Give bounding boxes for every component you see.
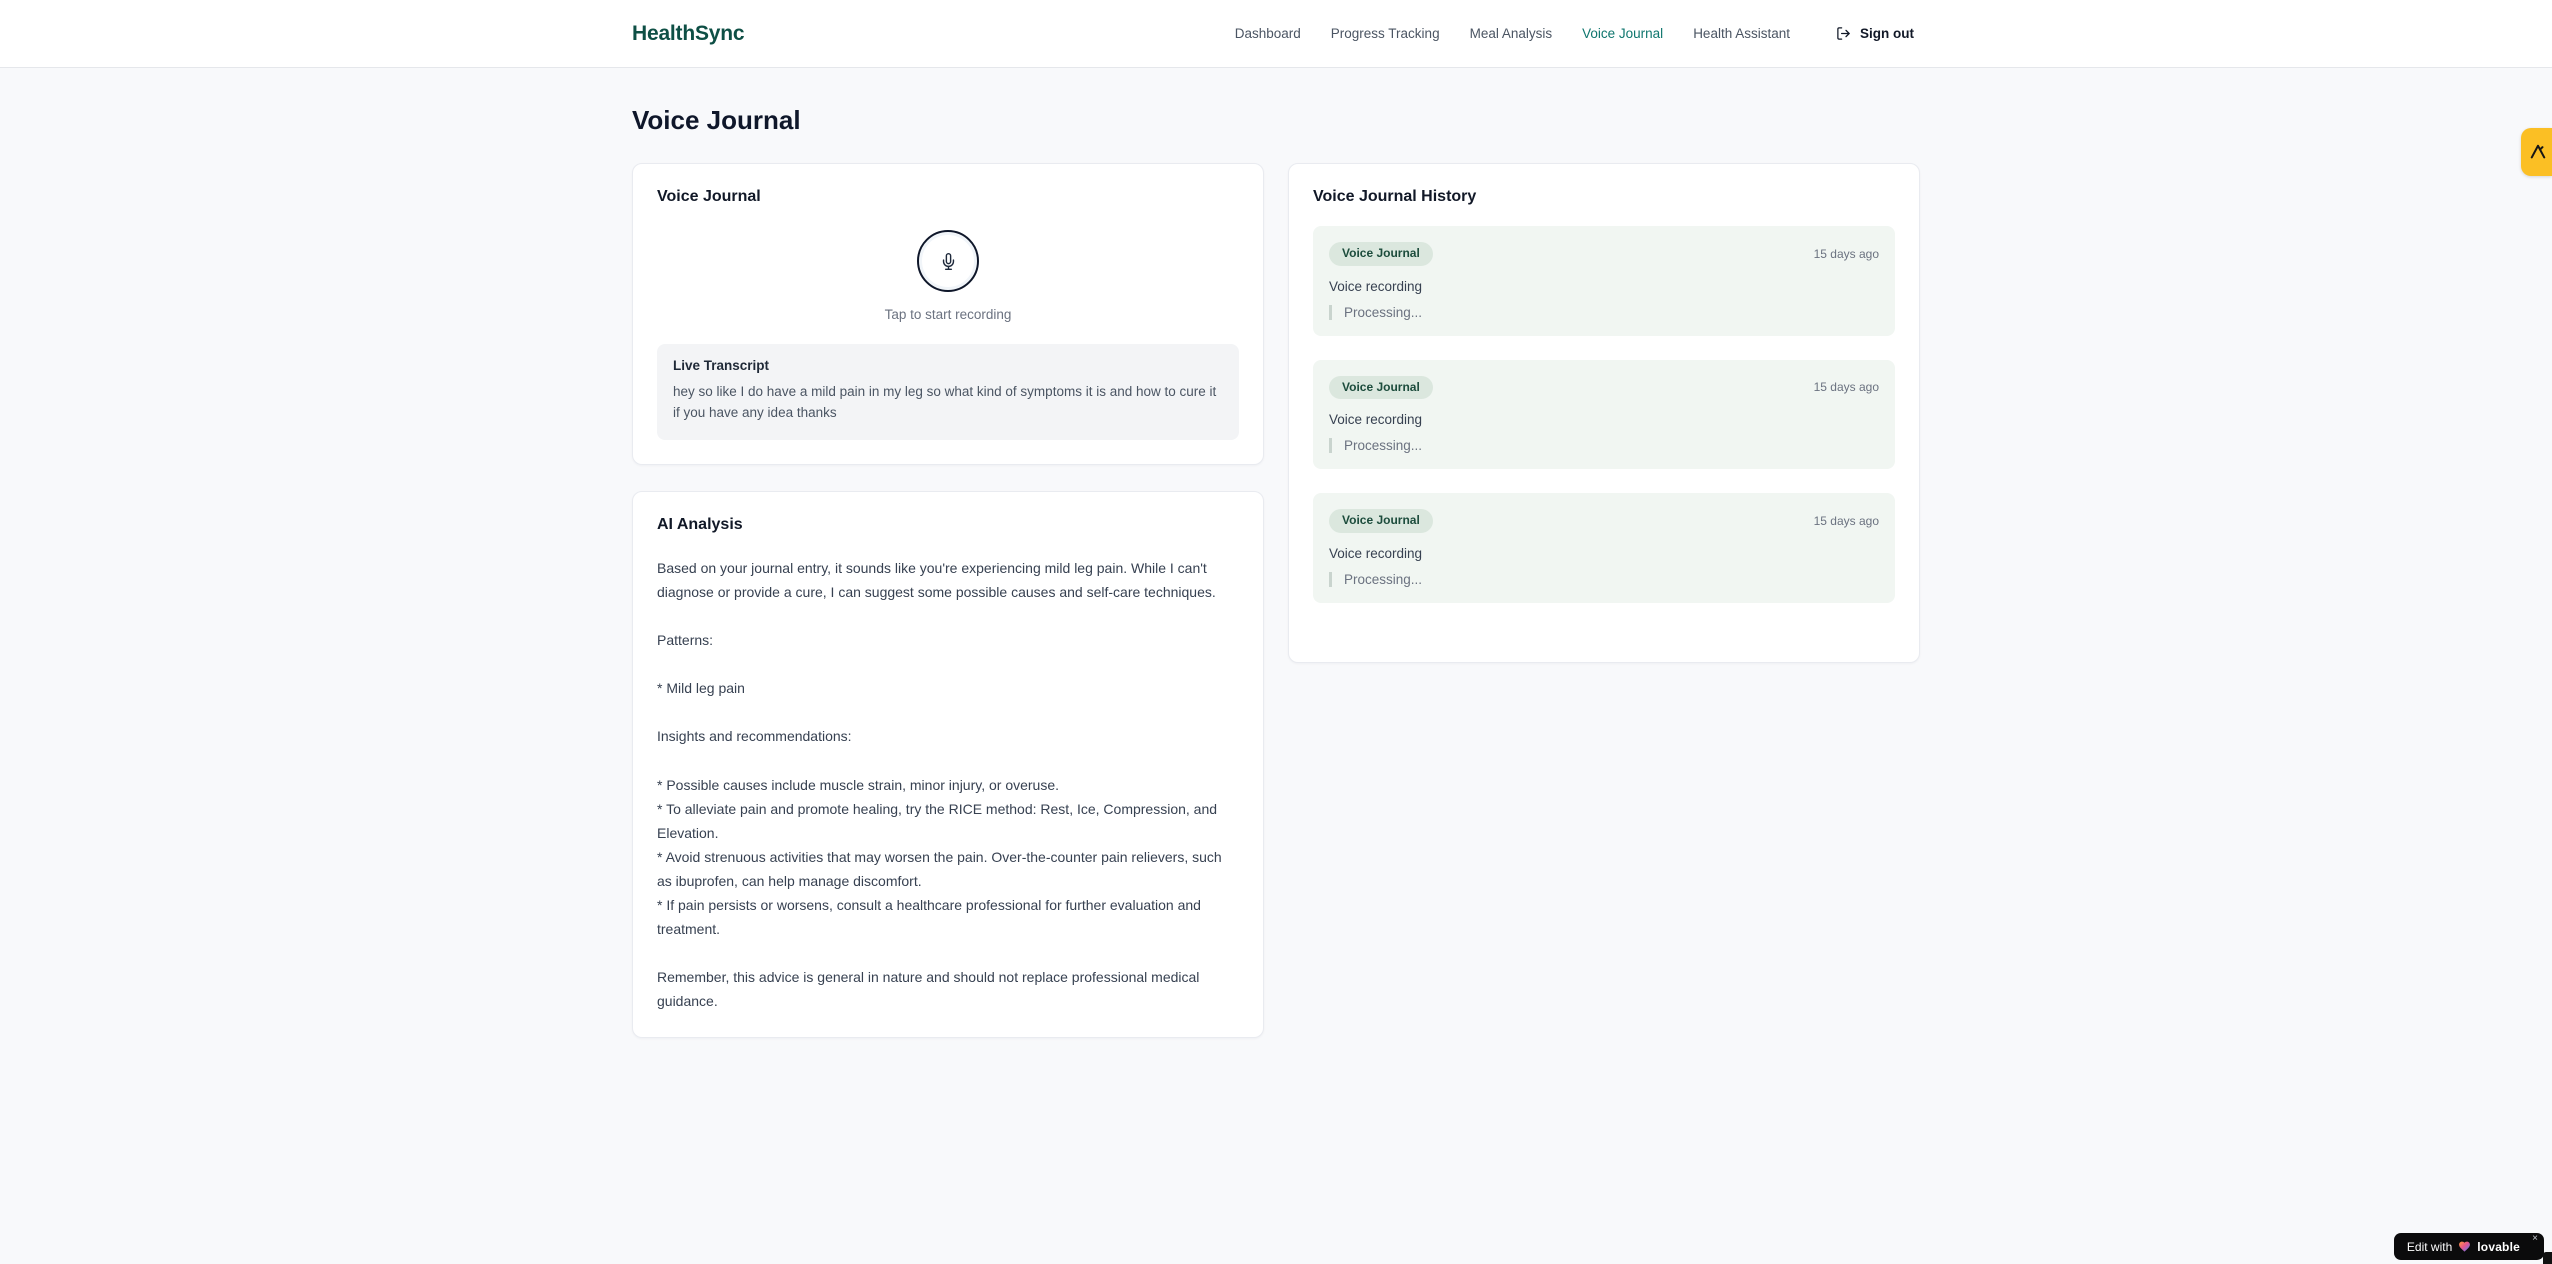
nav-item-health-assistant[interactable]: Health Assistant <box>1693 26 1790 41</box>
live-transcript-text: hey so like I do have a mild pain in my … <box>673 384 1217 420</box>
recorder-card-title: Voice Journal <box>657 188 761 205</box>
side-panel-badge[interactable] <box>2521 128 2552 176</box>
page-title: Voice Journal <box>632 105 801 135</box>
main-nav: Dashboard Progress Tracking Meal Analysi… <box>1235 25 1920 42</box>
history-entry-header: Voice Journal 15 days ago <box>1329 375 1879 400</box>
app-logo[interactable]: HealthSync <box>632 22 745 46</box>
main-content: Voice Journal Voice Journal Tap to start… <box>632 68 1920 1039</box>
entry-label: Voice recording <box>1329 545 1423 561</box>
history-entry[interactable]: Voice Journal 15 days ago Voice recordin… <box>1313 226 1895 336</box>
nav-item-dashboard[interactable]: Dashboard <box>1235 26 1301 41</box>
content-grid: Voice Journal Tap to start recording Liv… <box>632 163 1920 1039</box>
entry-label: Voice recording <box>1329 412 1423 428</box>
header-container: HealthSync Dashboard Progress Tracking M… <box>632 22 1920 46</box>
ai-analysis-card: AI Analysis Based on your journal entry,… <box>632 490 1264 1039</box>
nav-item-voice-journal[interactable]: Voice Journal <box>1582 26 1663 41</box>
edit-with-label: Edit with <box>2406 1239 2453 1254</box>
history-card-title: Voice Journal History <box>1313 188 1477 205</box>
recorder-body: Tap to start recording Live Transcript h… <box>657 230 1239 440</box>
ai-analysis-title: AI Analysis <box>657 515 743 533</box>
sign-out-button[interactable]: Sign out <box>1830 25 1920 42</box>
entry-timestamp: 15 days ago <box>1813 380 1879 395</box>
entry-type-badge: Voice Journal <box>1329 509 1433 533</box>
sign-out-label: Sign out <box>1860 26 1914 41</box>
entry-type-badge: Voice Journal <box>1329 242 1433 266</box>
nav-item-meal-analysis[interactable]: Meal Analysis <box>1470 26 1553 41</box>
a-frame-logo-icon <box>2526 142 2548 162</box>
close-icon[interactable]: × <box>2532 1234 2538 1244</box>
right-column: Voice Journal History Voice Journal 15 d… <box>1288 163 1920 663</box>
logout-icon <box>1836 26 1851 41</box>
history-entry-header: Voice Journal 15 days ago <box>1329 509 1879 533</box>
history-entry[interactable]: Voice Journal 15 days ago Voice recordin… <box>1313 493 1895 603</box>
corner-badge-sliver <box>2543 1252 2552 1264</box>
live-transcript-title: Live Transcript <box>673 358 770 373</box>
entry-type-badge: Voice Journal <box>1329 375 1433 400</box>
entry-timestamp: 15 days ago <box>1813 513 1879 528</box>
lovable-brand-label: lovable <box>2477 1239 2520 1254</box>
entry-status: Processing... <box>1329 571 1879 587</box>
entry-status: Processing... <box>1329 304 1879 320</box>
history-list: Voice Journal 15 days ago Voice recordin… <box>1313 226 1895 603</box>
live-transcript-box: Live Transcript hey so like I do have a … <box>657 344 1239 440</box>
record-button[interactable] <box>917 230 979 292</box>
tap-to-record-label: Tap to start recording <box>884 307 1012 322</box>
microphone-icon <box>940 252 957 270</box>
entry-timestamp: 15 days ago <box>1813 246 1879 261</box>
history-entry[interactable]: Voice Journal 15 days ago Voice recordin… <box>1313 359 1895 470</box>
entry-status: Processing... <box>1329 438 1879 454</box>
nav-item-progress-tracking[interactable]: Progress Tracking <box>1331 26 1440 41</box>
history-entry-header: Voice Journal 15 days ago <box>1329 242 1879 266</box>
edit-with-lovable-badge[interactable]: Edit with lovable × <box>2393 1233 2544 1260</box>
app-header: HealthSync Dashboard Progress Tracking M… <box>0 0 2552 68</box>
entry-label: Voice recording <box>1329 278 1423 294</box>
voice-recorder-card: Voice Journal Tap to start recording Liv… <box>632 163 1264 465</box>
heart-gradient-icon <box>2458 1240 2471 1253</box>
ai-analysis-body: Based on your journal entry, it sounds l… <box>657 559 1222 1010</box>
voice-journal-history-card: Voice Journal History Voice Journal 15 d… <box>1288 163 1920 663</box>
left-column: Voice Journal Tap to start recording Liv… <box>632 163 1264 1039</box>
